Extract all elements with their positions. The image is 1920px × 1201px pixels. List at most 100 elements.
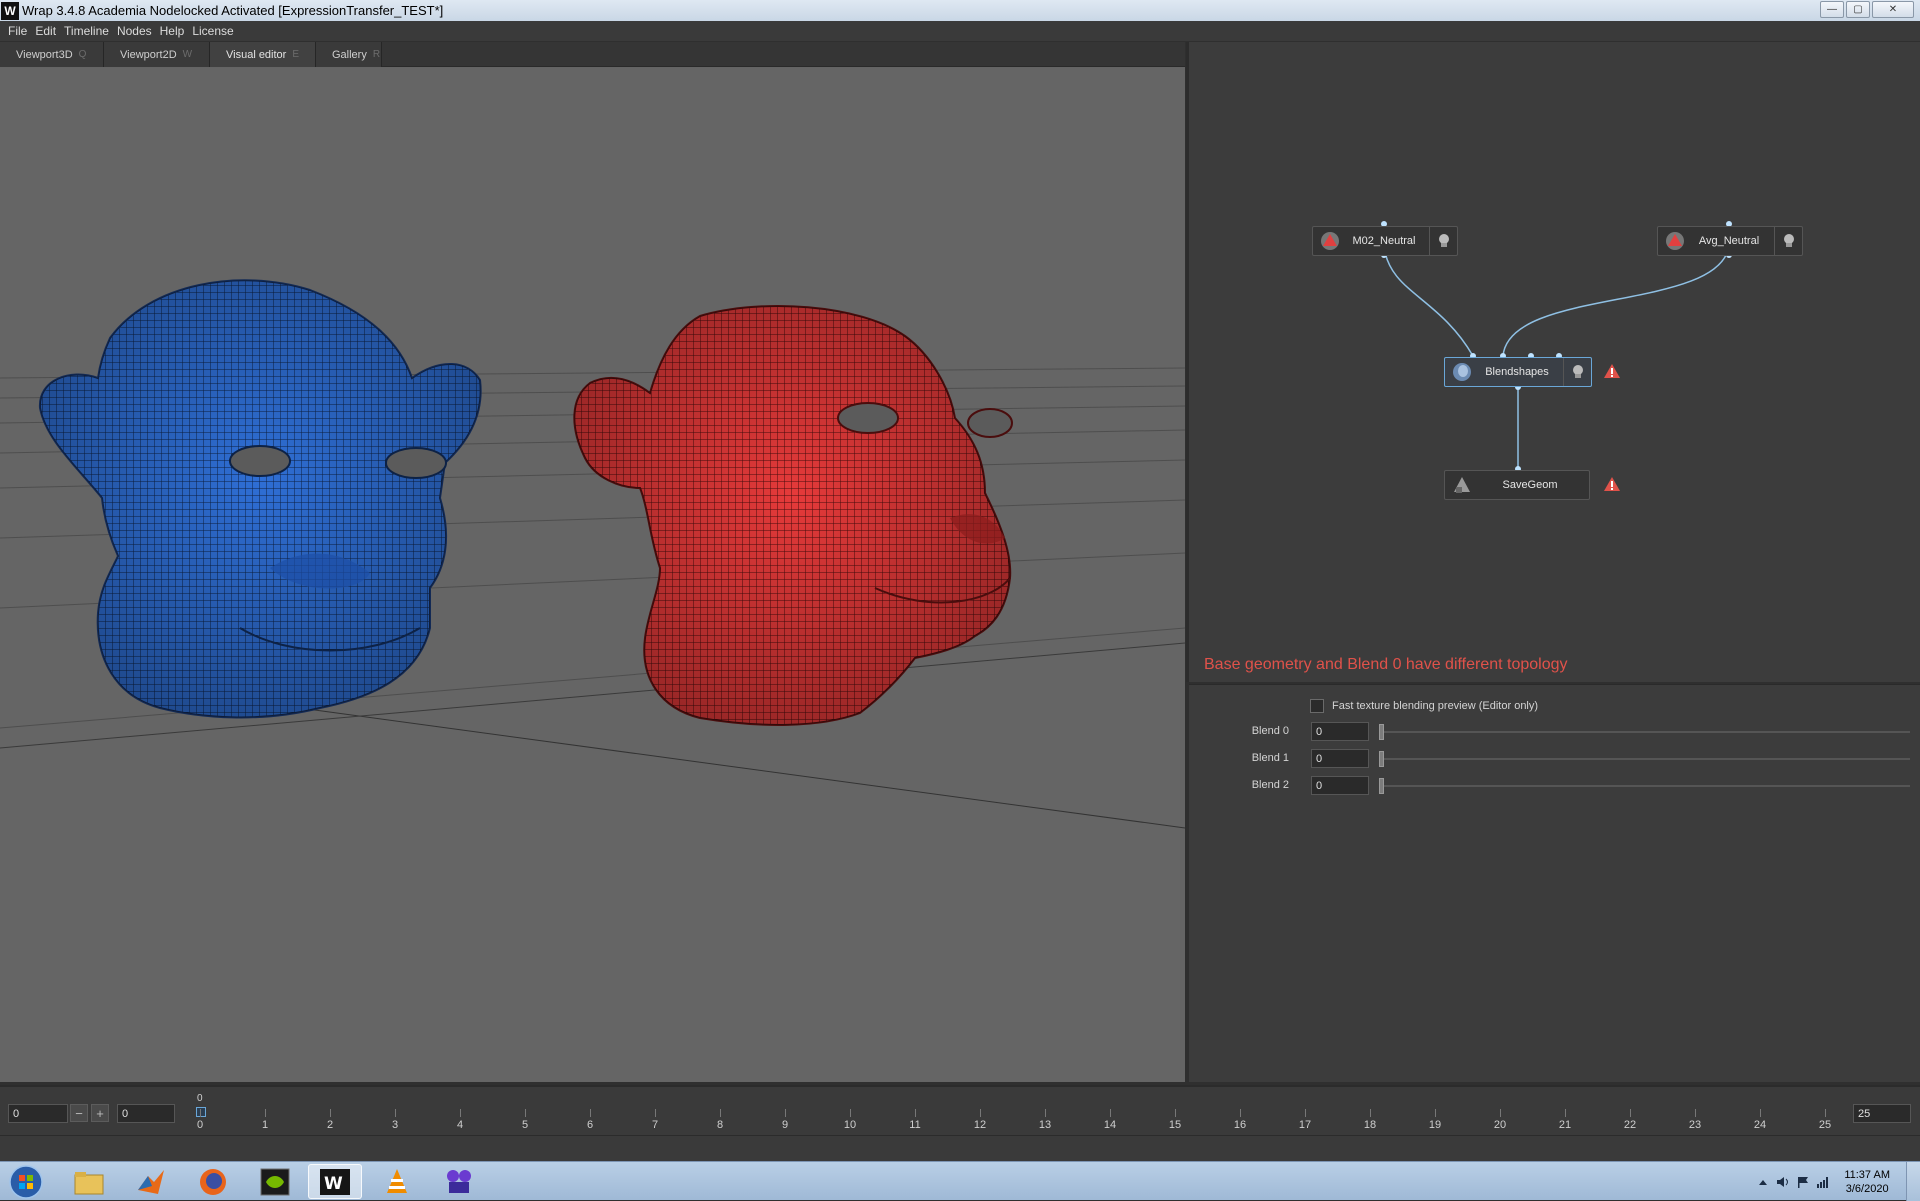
timeline-tick-label: 16 [1233, 1119, 1247, 1131]
node-label: M02_Neutral [1352, 235, 1416, 247]
timeline-tick-mark [1565, 1109, 1566, 1117]
timeline-tick-mark [785, 1109, 786, 1117]
show-desktop-button[interactable] [1906, 1162, 1920, 1201]
taskbar-wrap3[interactable]: W [308, 1164, 362, 1199]
blend-2-slider-handle[interactable] [1379, 778, 1384, 794]
visibility-bulb-icon[interactable] [1774, 227, 1802, 255]
timeline-tick-label: 6 [586, 1119, 594, 1131]
timeline-tick-label: 10 [843, 1119, 857, 1131]
timeline-tick-mark [655, 1109, 656, 1117]
tab-visual-editor[interactable]: Visual editor E [210, 42, 316, 67]
timeline-tick-mark [525, 1109, 526, 1117]
fast-texture-option[interactable]: Fast texture blending preview (Editor on… [1310, 699, 1538, 713]
menu-timeline[interactable]: Timeline [62, 21, 115, 41]
visibility-bulb-icon[interactable] [1563, 358, 1591, 386]
timeline-tick-mark [1630, 1109, 1631, 1117]
taskbar-file-explorer[interactable] [62, 1164, 116, 1199]
tab-viewport3d[interactable]: Viewport3D Q [0, 42, 104, 67]
timeline-tick-label: 7 [651, 1119, 659, 1131]
tray-expand-icon[interactable] [1756, 1176, 1770, 1188]
tab-shortcut: Q [78, 49, 87, 60]
geometry-icon [1317, 228, 1343, 254]
blend-0-input[interactable] [1311, 722, 1369, 741]
windows-logo-icon [9, 1164, 43, 1199]
minimize-button[interactable]: — [1820, 1, 1844, 18]
maximize-button[interactable]: ▢ [1846, 1, 1870, 18]
blend-1-slider-handle[interactable] [1379, 751, 1384, 767]
timeline-current-frame-input[interactable] [117, 1104, 175, 1123]
menu-edit[interactable]: Edit [33, 21, 62, 41]
close-button[interactable]: ✕ [1872, 1, 1914, 18]
blend-1-track[interactable] [1379, 758, 1910, 760]
menu-help[interactable]: Help [158, 21, 191, 41]
action-center-flag-icon[interactable] [1796, 1176, 1810, 1188]
timeline-tick-label: 0 [196, 1119, 204, 1131]
network-icon[interactable] [1816, 1176, 1830, 1188]
head-icon [1449, 359, 1475, 385]
title-bar: W Wrap 3.4.8 Academia Nodelocked Activat… [0, 0, 1920, 21]
node-avg-neutral[interactable]: Avg_Neutral [1657, 226, 1803, 256]
blend-0-slider-handle[interactable] [1379, 724, 1384, 740]
timeline-tick-label: 15 [1168, 1119, 1182, 1131]
fast-texture-checkbox[interactable] [1310, 699, 1324, 713]
error-message: Base geometry and Blend 0 have different… [1204, 656, 1568, 673]
blend-1-row: Blend 1 [1189, 749, 1920, 769]
timeline-tick-label: 8 [716, 1119, 724, 1131]
timeline-tick-mark [1240, 1109, 1241, 1117]
system-clock[interactable]: 11:37 AM 3/6/2020 [1844, 1168, 1890, 1196]
timeline-tick-mark [265, 1109, 266, 1117]
timeline-ruler[interactable]: 0 1 2 3 4 5 6 7 8 9 10 11 12 13 14 15 16 17 18 19 20 21 22 23 24… [195, 1087, 1845, 1137]
svg-text:W: W [324, 1174, 343, 1194]
taskbar-matlab[interactable] [124, 1164, 178, 1199]
timeline-tick-label: 22 [1623, 1119, 1637, 1131]
timeline-tick-label: 23 [1688, 1119, 1702, 1131]
save-icon [1449, 472, 1475, 498]
warning-icon [1604, 477, 1620, 491]
timeline-tick-mark [1305, 1109, 1306, 1117]
timeline-tick-label: 17 [1298, 1119, 1312, 1131]
nvidia-icon [260, 1168, 290, 1195]
timeline-tick-mark [980, 1109, 981, 1117]
clock-time: 11:37 AM [1844, 1168, 1890, 1181]
firefox-icon [200, 1168, 226, 1195]
blend-label: Blend 2 [1251, 779, 1289, 791]
menu-file[interactable]: File [6, 21, 33, 41]
viewport-scene [0, 68, 1185, 1082]
visibility-bulb-icon[interactable] [1429, 227, 1457, 255]
taskbar-video-app[interactable] [432, 1164, 486, 1199]
blend-0-track[interactable] [1379, 731, 1910, 733]
menu-license[interactable]: License [190, 21, 239, 41]
node-label: SaveGeom [1502, 479, 1558, 491]
menu-nodes[interactable]: Nodes [115, 21, 158, 41]
timeline-minus-button[interactable]: − [70, 1104, 88, 1122]
timeline-end-input[interactable] [1853, 1104, 1911, 1123]
node-savegeom[interactable]: SaveGeom [1444, 470, 1590, 500]
timeline-tick-mark [460, 1109, 461, 1117]
viewport-tabs: Viewport3D Q Viewport2D W Visual editor … [0, 42, 1185, 67]
blend-1-input[interactable] [1311, 749, 1369, 768]
taskbar-nvidia[interactable] [248, 1164, 302, 1199]
windows-start-button[interactable] [4, 1163, 48, 1200]
taskbar-vlc[interactable] [370, 1164, 424, 1199]
timeline-tick-label: 14 [1103, 1119, 1117, 1131]
blend-2-track[interactable] [1379, 785, 1910, 787]
timeline-tick-mark [1695, 1109, 1696, 1117]
node-blendshapes[interactable]: Blendshapes [1444, 357, 1592, 387]
timeline-tick-mark [915, 1109, 916, 1117]
timeline-tick-label: 9 [781, 1119, 789, 1131]
fast-texture-label: Fast texture blending preview (Editor on… [1332, 700, 1539, 712]
node-editor[interactable]: M02_Neutral Avg_Neutral Blendshapes Save… [1186, 42, 1920, 682]
timeline-tick-label: 5 [521, 1119, 529, 1131]
timeline-plus-button[interactable]: + [91, 1104, 109, 1122]
tab-gallery[interactable]: Gallery R [316, 42, 382, 67]
menu-bar: File Edit Timeline Nodes Help License [0, 21, 1920, 41]
tab-viewport2d[interactable]: Viewport2D W [104, 42, 210, 67]
timeline-tick-mark [1435, 1109, 1436, 1117]
volume-icon[interactable] [1776, 1176, 1790, 1188]
taskbar-firefox[interactable] [186, 1164, 240, 1199]
blend-label: Blend 1 [1251, 752, 1289, 764]
viewport-3d[interactable] [0, 68, 1185, 1082]
timeline-start-input[interactable] [8, 1104, 68, 1123]
blend-2-input[interactable] [1311, 776, 1369, 795]
node-m02-neutral[interactable]: M02_Neutral [1312, 226, 1458, 256]
